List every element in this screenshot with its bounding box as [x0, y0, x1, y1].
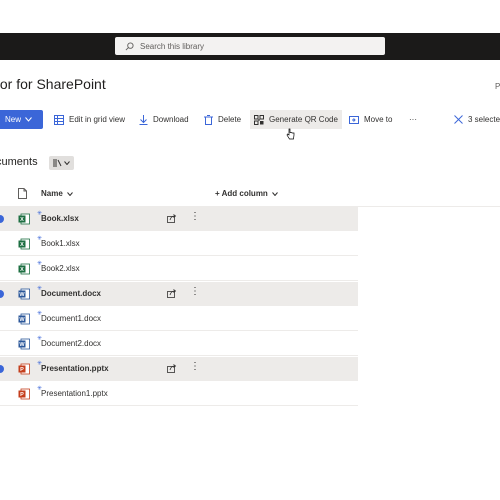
svg-text:W: W	[19, 342, 25, 348]
file-row[interactable]: X ✳ Book1.xlsx	[0, 232, 358, 256]
svg-text:W: W	[19, 292, 25, 298]
svg-text:X: X	[20, 242, 24, 248]
delete-button[interactable]: Delete	[200, 110, 245, 129]
selection-check-icon[interactable]	[0, 290, 4, 298]
name-column-header[interactable]: Name	[41, 189, 73, 198]
name-column-label: Name	[41, 189, 63, 198]
svg-text:W: W	[19, 317, 25, 323]
share-icon[interactable]	[167, 213, 177, 223]
more-actions-icon[interactable]: ⋮	[190, 212, 200, 222]
svg-text:P: P	[20, 367, 24, 373]
grid-icon	[54, 114, 64, 125]
file-name-link[interactable]: Document.docx	[41, 289, 101, 298]
library-title: cuments	[0, 156, 38, 168]
share-icon[interactable]	[167, 363, 177, 373]
file-row[interactable]: W ✳ Document.docx ⋮	[0, 282, 358, 306]
file-name-link[interactable]: Document2.docx	[41, 339, 101, 348]
pptx-file-icon: P	[18, 363, 30, 375]
file-name-link[interactable]: Presentation.pptx	[41, 364, 109, 373]
file-type-header-icon[interactable]	[18, 188, 27, 199]
download-icon	[139, 114, 148, 125]
library-view-icon	[53, 159, 62, 167]
delete-label: Delete	[218, 115, 242, 124]
header-right-text: P	[495, 82, 500, 91]
site-title: tor for SharePoint	[0, 76, 106, 92]
file-row[interactable]: X ✳ Book2.xlsx	[0, 257, 358, 281]
file-row[interactable]: P ✳ Presentation.pptx ⋮	[0, 357, 358, 381]
add-column-label: + Add column	[215, 189, 268, 198]
file-name-link[interactable]: Book.xlsx	[41, 214, 79, 223]
download-label: Download	[153, 115, 189, 124]
download-button[interactable]: Download	[135, 110, 193, 129]
more-actions-icon[interactable]: ⋮	[190, 362, 200, 372]
view-switcher-button[interactable]	[49, 156, 74, 170]
file-name-link[interactable]: Document1.docx	[41, 314, 101, 323]
svg-text:P: P	[20, 392, 24, 398]
file-row[interactable]: W ✳ Document2.docx	[0, 332, 358, 356]
more-label: ···	[409, 115, 417, 124]
file-name-link[interactable]: Presentation1.pptx	[41, 389, 108, 398]
xlsx-file-icon: X	[18, 213, 30, 225]
search-box[interactable]: Search this library	[115, 37, 385, 55]
selection-check-icon[interactable]	[0, 215, 4, 223]
clear-selection-button[interactable]: 3 selecte	[450, 110, 500, 129]
edit-grid-view-button[interactable]: Edit in grid view	[50, 110, 129, 129]
move-icon	[349, 116, 359, 124]
add-column-button[interactable]: + Add column	[215, 189, 278, 198]
file-row[interactable]: X ✳ Book.xlsx ⋮	[0, 207, 358, 231]
search-placeholder: Search this library	[140, 41, 205, 51]
file-row[interactable]: W ✳ Document1.docx	[0, 307, 358, 331]
chevron-down-icon	[64, 161, 70, 165]
new-button[interactable]: New	[0, 110, 43, 129]
file-row[interactable]: P ✳ Presentation1.pptx	[0, 382, 358, 406]
selection-check-icon[interactable]	[0, 365, 4, 373]
file-name-link[interactable]: Book1.xlsx	[41, 239, 80, 248]
trash-icon	[204, 114, 213, 125]
selected-count-label: 3 selecte	[468, 115, 500, 124]
move-to-button[interactable]: Move to	[345, 110, 396, 129]
edit-grid-view-label: Edit in grid view	[69, 115, 126, 124]
more-actions-icon[interactable]: ⋮	[190, 287, 200, 297]
docx-file-icon: W	[18, 338, 30, 350]
svg-text:X: X	[20, 217, 24, 223]
chevron-down-icon	[66, 191, 73, 196]
new-label: New	[5, 115, 22, 124]
more-commands-button[interactable]: ···	[405, 110, 421, 129]
generate-qr-code-button[interactable]: Generate QR Code	[250, 110, 342, 129]
pptx-file-icon: P	[18, 388, 30, 400]
xlsx-file-icon: X	[18, 263, 30, 275]
close-icon	[454, 115, 463, 124]
search-icon	[125, 41, 134, 50]
qr-code-icon	[254, 114, 264, 125]
share-icon[interactable]	[167, 288, 177, 298]
chevron-down-icon	[271, 191, 278, 196]
move-to-label: Move to	[364, 115, 393, 124]
svg-text:X: X	[20, 267, 24, 273]
file-name-link[interactable]: Book2.xlsx	[41, 264, 80, 273]
chevron-down-icon	[25, 117, 32, 122]
xlsx-file-icon: X	[18, 238, 30, 250]
hand-cursor-icon	[286, 128, 295, 140]
docx-file-icon: W	[18, 313, 30, 325]
docx-file-icon: W	[18, 288, 30, 300]
generate-qr-code-label: Generate QR Code	[269, 115, 338, 124]
